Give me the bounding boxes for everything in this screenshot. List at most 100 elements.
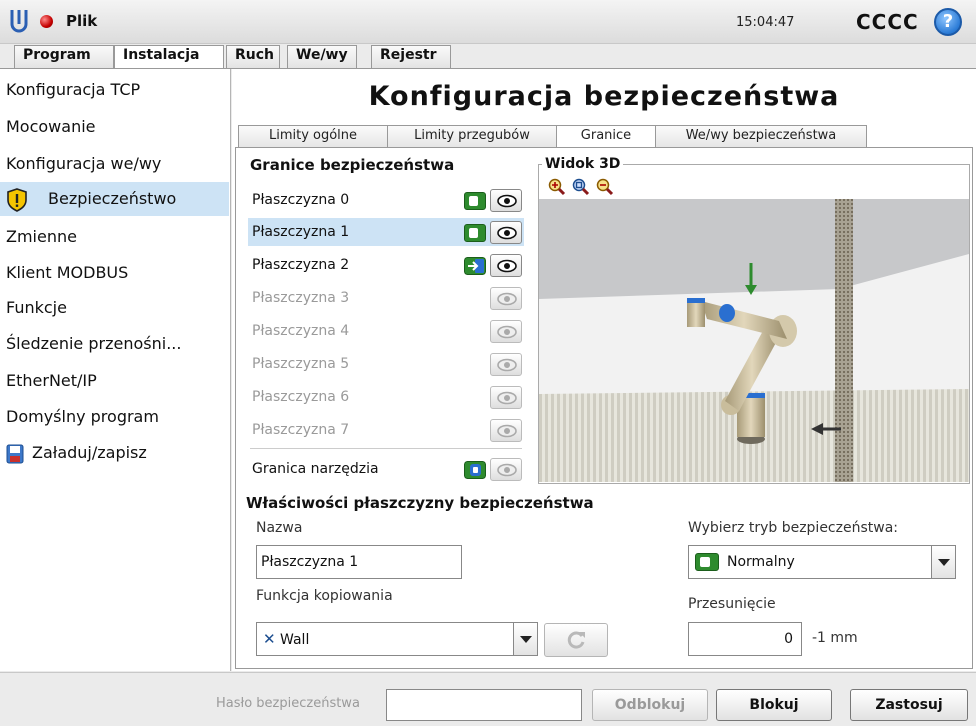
plane-label: Płaszczyzna 1	[252, 224, 350, 240]
plane-label: Płaszczyzna 7	[252, 422, 350, 438]
plane-name-input[interactable]: Płaszczyzna 1	[256, 545, 462, 579]
help-button[interactable]: ?	[934, 8, 962, 36]
eye-icon	[497, 194, 517, 208]
zoom-out-icon[interactable]	[596, 178, 614, 196]
sidebar-item-label: Bezpieczeństwo	[48, 189, 177, 208]
name-label: Nazwa	[256, 520, 303, 536]
offset-label: Przesunięcie	[688, 596, 776, 612]
sidebar-item-modbus[interactable]: Klient MODBUS	[0, 256, 231, 290]
cross-icon: ✕	[263, 630, 276, 648]
eye-icon	[497, 292, 517, 306]
trigger-plane-icon[interactable]	[464, 257, 486, 275]
subtab-general-limits[interactable]: Limity ogólne	[238, 125, 388, 147]
sidebar-item-funkcje[interactable]: Funkcje	[0, 291, 231, 325]
plane-label: Płaszczyzna 5	[252, 356, 350, 372]
sidebar-item-io-config[interactable]: Konfiguracja we/wy	[0, 147, 231, 181]
plane-row[interactable]: Płaszczyzna 4	[248, 317, 524, 345]
plane-label: Płaszczyzna 0	[252, 192, 350, 208]
subtab-joint-limits[interactable]: Limity przegubów	[387, 125, 557, 147]
plane-label: Płaszczyzna 4	[252, 323, 350, 339]
visibility-button[interactable]	[490, 353, 522, 376]
content-area: Konfiguracja bezpieczeństwa Limity ogóln…	[232, 69, 976, 671]
subtab-boundaries[interactable]: Granice	[556, 125, 656, 147]
apply-button[interactable]: Zastosuj	[850, 689, 968, 721]
section-title-properties: Właściwości płaszczyzny bezpieczeństwa	[246, 494, 594, 512]
offset-unit: -1 mm	[812, 630, 858, 646]
robot-status-icon	[40, 15, 53, 28]
visibility-button[interactable]	[490, 189, 522, 212]
refresh-icon	[567, 631, 585, 649]
eye-icon	[497, 424, 517, 438]
tab-we-wy[interactable]: We/wy	[287, 45, 357, 68]
normal-mode-icon	[695, 553, 719, 571]
sidebar-item-label: Załaduj/zapisz	[32, 443, 147, 462]
zoom-in-icon[interactable]	[548, 178, 566, 196]
eye-icon	[497, 259, 517, 273]
copy-function-label: Funkcja kopiowania	[256, 588, 393, 604]
tab-ruch[interactable]: Ruch	[226, 45, 280, 68]
sidebar-item-mocowanie[interactable]: Mocowanie	[0, 110, 231, 144]
visibility-button[interactable]	[490, 386, 522, 409]
mode-label: Wybierz tryb bezpieczeństwa:	[688, 520, 898, 536]
password-input[interactable]	[386, 689, 582, 721]
plane-enabled-toggle[interactable]	[464, 224, 486, 242]
tool-boundary-toggle[interactable]	[464, 461, 486, 479]
plane-label: Płaszczyzna 3	[252, 290, 350, 306]
plane-row[interactable]: Płaszczyzna 0	[248, 186, 524, 214]
sidebar-item-conveyor[interactable]: Śledzenie przenośni...	[0, 327, 231, 361]
password-label: Hasło bezpieczeństwa	[216, 696, 360, 711]
robot-name: CCCC	[856, 10, 919, 34]
offset-input[interactable]: 0	[688, 622, 802, 656]
section-title-boundaries: Granice bezpieczeństwa	[250, 156, 455, 174]
sidebar-item-load-save[interactable]: Załaduj/zapisz	[0, 436, 231, 470]
shield-icon	[7, 187, 27, 212]
visibility-button[interactable]	[490, 254, 522, 277]
sidebar-item-ethernet-ip[interactable]: EtherNet/IP	[0, 364, 231, 398]
chevron-down-icon[interactable]	[931, 546, 955, 578]
tool-boundary-row[interactable]: Granica narzędzia	[248, 455, 524, 483]
plane-enabled-toggle[interactable]	[464, 192, 486, 210]
tab-program[interactable]: Program	[14, 45, 114, 68]
plane-row[interactable]: Płaszczyzna 7	[248, 416, 524, 444]
robot-3d-view[interactable]	[539, 199, 969, 482]
bottom-bar: Hasło bezpieczeństwa Odblokuj Blokuj Zas…	[0, 672, 976, 726]
copy-function-select[interactable]: ✕ Wall	[256, 622, 538, 656]
sidebar-item-tcp[interactable]: Konfiguracja TCP	[0, 73, 231, 107]
refresh-button[interactable]	[544, 623, 608, 657]
file-menu[interactable]: Plik	[66, 12, 97, 30]
zoom-fit-icon[interactable]	[572, 178, 590, 196]
eye-icon	[497, 358, 517, 372]
eye-icon	[497, 226, 517, 240]
plane-label: Płaszczyzna 2	[252, 257, 350, 273]
eye-icon	[497, 325, 517, 339]
sidebar-item-security[interactable]: Bezpieczeństwo	[0, 182, 229, 216]
visibility-button[interactable]	[490, 320, 522, 343]
tab-instalacja[interactable]: Instalacja	[114, 45, 224, 69]
sidebar-item-zmienne[interactable]: Zmienne	[0, 220, 231, 254]
save-icon	[6, 444, 24, 463]
plane-row[interactable]: Płaszczyzna 6	[248, 383, 524, 411]
plane-row[interactable]: Płaszczyzna 3	[248, 284, 524, 312]
safety-mode-select[interactable]: Normalny	[688, 545, 956, 579]
copy-function-value: Wall	[280, 632, 310, 648]
unlock-button[interactable]: Odblokuj	[592, 689, 708, 721]
eye-icon	[497, 463, 517, 477]
visibility-button[interactable]	[490, 221, 522, 244]
chevron-down-icon[interactable]	[513, 623, 537, 655]
visibility-button[interactable]	[490, 287, 522, 310]
eye-icon	[497, 391, 517, 405]
tab-rejestr[interactable]: Rejestr	[371, 45, 451, 68]
page-title: Konfiguracja bezpieczeństwa	[368, 81, 840, 112]
plane-row[interactable]: Płaszczyzna 1	[248, 218, 524, 246]
plane-row[interactable]: Płaszczyzna 2	[248, 251, 524, 279]
plane-row[interactable]: Płaszczyzna 5	[248, 350, 524, 378]
sidebar-item-default-program[interactable]: Domyślny program	[0, 400, 231, 434]
visibility-button[interactable]	[490, 419, 522, 442]
subtab-safety-io[interactable]: We/wy bezpieczeństwa	[655, 125, 867, 147]
lock-button[interactable]: Blokuj	[716, 689, 832, 721]
visibility-button[interactable]	[490, 458, 522, 481]
divider	[250, 448, 522, 449]
ur-logo-icon	[10, 10, 28, 33]
sidebar: Konfiguracja TCP Mocowanie Konfiguracja …	[0, 69, 231, 671]
boundaries-panel: Granice bezpieczeństwa Płaszczyzna 0 Pła…	[235, 147, 973, 669]
